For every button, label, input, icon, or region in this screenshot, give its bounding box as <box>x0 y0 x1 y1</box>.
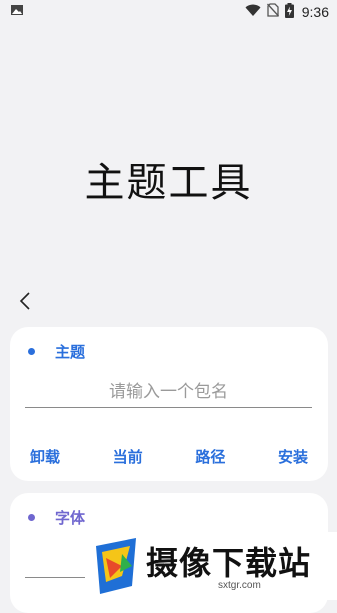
install-button[interactable]: 安装 <box>278 445 308 467</box>
image-icon <box>10 3 24 21</box>
watermark-subtext: sxtgr.com <box>218 580 261 591</box>
current-button[interactable]: 当前 <box>113 445 143 467</box>
watermark-logo-icon <box>96 538 136 594</box>
theme-card: 主题 卸载 当前 路径 安装 <box>10 327 328 481</box>
path-button[interactable]: 路径 <box>195 445 225 467</box>
font-card-header: 字体 <box>28 507 85 528</box>
theme-action-row: 卸载 当前 路径 安装 <box>10 445 328 467</box>
page-title: 主题工具 <box>84 160 253 206</box>
theme-dot-icon <box>28 348 35 355</box>
watermark-text: 摄像下载站 <box>146 544 312 582</box>
wifi-icon <box>245 4 261 21</box>
watermark: 摄像下载站 sxtgr.com <box>88 532 337 600</box>
package-name-input[interactable] <box>25 376 312 408</box>
theme-card-header: 主题 <box>28 341 85 362</box>
uninstall-button[interactable]: 卸载 <box>30 445 60 467</box>
battery-charging-icon <box>284 2 294 22</box>
font-dot-icon <box>28 514 35 521</box>
status-time: 9:36 <box>301 4 329 20</box>
font-label: 字体 <box>55 509 86 527</box>
status-bar: 9:36 <box>0 0 337 24</box>
no-sim-icon <box>266 3 279 21</box>
back-button[interactable] <box>14 288 36 314</box>
chevron-left-icon <box>19 292 30 310</box>
theme-label: 主题 <box>55 343 86 361</box>
font-input-underline[interactable] <box>25 577 85 578</box>
